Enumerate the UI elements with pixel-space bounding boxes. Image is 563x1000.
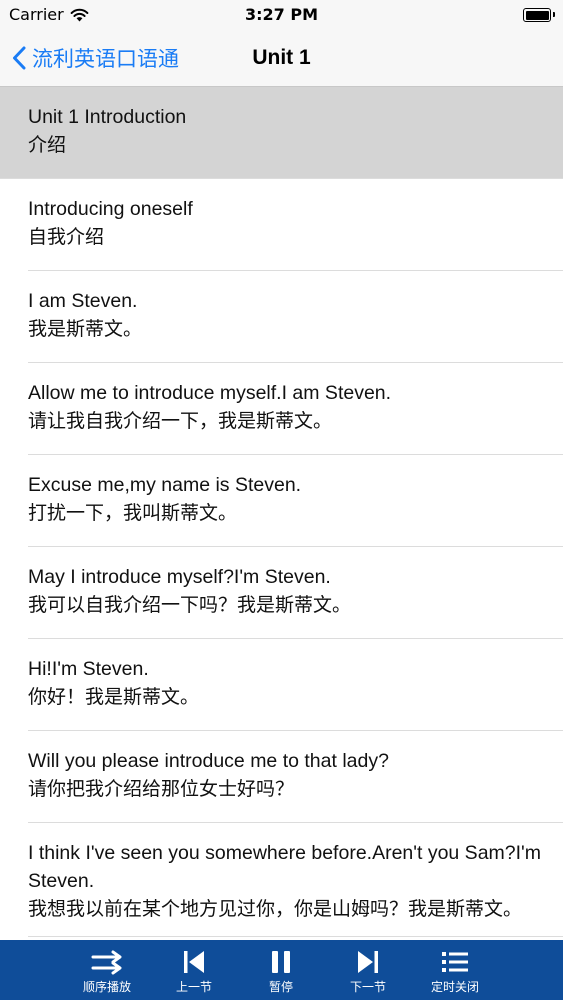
back-button-label: 流利英语口语通 xyxy=(32,47,179,71)
page-title: Unit 1 xyxy=(252,46,311,69)
chevron-left-icon xyxy=(13,46,26,70)
status-time: 3:27 PM xyxy=(244,5,318,24)
next-button[interactable]: 下一节 xyxy=(323,940,413,1000)
navigation-bar: 流利英语口语通 Unit 1 xyxy=(0,30,563,87)
list-item-english: May I introduce myself?I'm Steven. xyxy=(28,566,331,588)
list-item-chinese: 自我介绍 xyxy=(28,226,105,248)
list-item-english: I think I've seen you somewhere before.A… xyxy=(28,842,542,892)
previous-button[interactable]: 上一节 xyxy=(149,940,239,1000)
pause-label: 暂停 xyxy=(268,980,293,994)
pause-icon xyxy=(272,951,290,973)
previous-track-icon xyxy=(184,951,204,973)
list-item-chinese: 我想我以前在某个地方见过你，你是山姆吗？我是斯蒂文。 xyxy=(28,898,523,920)
timer-list-icon xyxy=(442,952,468,972)
next-track-icon xyxy=(358,951,378,973)
list-item-chinese: 你好！我是斯蒂文。 xyxy=(28,686,200,708)
list-item-chinese: 介绍 xyxy=(28,134,67,156)
list-item-chinese: 打扰一下，我叫斯蒂文。 xyxy=(28,502,238,524)
list-item[interactable]: I am Steven. 我是斯蒂文。 xyxy=(0,271,563,363)
list-item-chinese: 我可以自我介绍一下吗？我是斯蒂文。 xyxy=(28,594,352,616)
list-item[interactable]: Will you please introduce me to that lad… xyxy=(0,731,563,823)
list-item-chinese: 请你把我介绍给那位女士好吗？ xyxy=(28,778,295,800)
sequential-play-button[interactable]: 顺序播放 xyxy=(62,940,152,1000)
list-item[interactable]: Introducing oneself 自我介绍 xyxy=(0,179,563,271)
back-button[interactable]: 流利英语口语通 xyxy=(12,30,179,86)
list-item-chinese: 请让我自我介绍一下，我是斯蒂文。 xyxy=(28,410,333,432)
list-item[interactable]: Unit 1 Introduction 介绍 xyxy=(0,87,563,179)
previous-label: 上一节 xyxy=(175,980,212,994)
next-label: 下一节 xyxy=(349,980,386,994)
pause-button[interactable]: 暂停 xyxy=(236,940,326,1000)
battery-icon xyxy=(523,8,555,22)
list-item[interactable]: I think I've seen you somewhere before.A… xyxy=(0,823,563,937)
sentence-list[interactable]: Unit 1 Introduction 介绍 Introducing onese… xyxy=(0,87,563,940)
list-item-english: Excuse me,my name is Steven. xyxy=(28,474,302,496)
list-item[interactable]: Allow me to introduce myself.I am Steven… xyxy=(0,363,563,455)
list-item-chinese: 我是斯蒂文。 xyxy=(28,318,143,340)
list-item-english: I am Steven. xyxy=(28,290,138,312)
status-bar: Carrier 3:27 PM xyxy=(0,0,563,30)
list-item-english: Unit 1 Introduction xyxy=(28,106,187,128)
playback-toolbar: 顺序播放 上一节 暂停 下一节 定时关闭 xyxy=(0,940,563,1000)
list-item[interactable]: May I introduce myself?I'm Steven. 我可以自我… xyxy=(0,547,563,639)
list-item-english: Will you please introduce me to that lad… xyxy=(28,750,389,772)
sequential-play-icon xyxy=(91,950,122,975)
list-item[interactable]: Excuse me,my name is Steven. 打扰一下，我叫斯蒂文。 xyxy=(0,455,563,547)
list-item-english: Allow me to introduce myself.I am Steven… xyxy=(28,382,392,404)
sequential-play-label: 顺序播放 xyxy=(82,980,131,994)
list-item[interactable]: Hi!I'm Steven. 你好！我是斯蒂文。 xyxy=(0,639,563,731)
list-item-english: Introducing oneself xyxy=(28,198,193,220)
list-item-english: Hi!I'm Steven. xyxy=(28,658,149,680)
timer-close-label: 定时关闭 xyxy=(430,980,479,994)
timer-close-button[interactable]: 定时关闭 xyxy=(410,940,500,1000)
